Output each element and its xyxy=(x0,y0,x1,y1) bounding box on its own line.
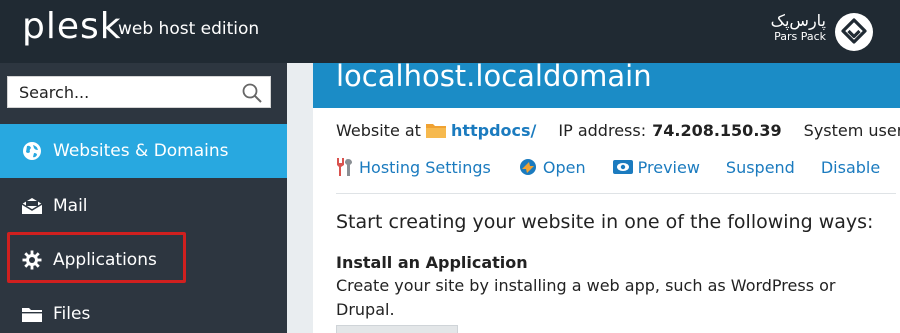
website-info: Website at httpdocs/ IP address: 74.208.… xyxy=(336,121,900,140)
top-bar: plesk web host edition پارس‌پک Pars Pack xyxy=(0,0,900,63)
main-content: localhost.localdomain Website at httpdoc… xyxy=(313,63,900,333)
sidebar-item-files[interactable]: Files xyxy=(0,287,287,333)
action-label: Disable xyxy=(820,157,881,177)
sidebar-item-websites-domains[interactable]: Websites & Domains xyxy=(0,124,287,178)
divider xyxy=(336,193,896,194)
system-user-label: System user: xyxy=(803,121,900,140)
sidebar: Websites & Domains Mail xyxy=(0,63,287,333)
page-title: localhost.localdomain xyxy=(336,63,652,93)
action-label: Suspend xyxy=(725,157,795,177)
content-gutter xyxy=(287,63,313,333)
watermark-en: Pars Pack xyxy=(774,30,826,43)
ip-address: 74.208.150.39 xyxy=(652,121,782,140)
preview-link[interactable]: Preview xyxy=(612,157,700,177)
docroot-link[interactable]: httpdocs/ xyxy=(451,121,536,140)
ip-label: IP address: xyxy=(558,121,647,140)
hosting-settings-link[interactable]: Hosting Settings xyxy=(333,157,491,177)
sidebar-item-mail[interactable]: Mail xyxy=(0,179,287,233)
edition-label: web host edition xyxy=(118,19,260,39)
search-icon[interactable] xyxy=(241,82,263,104)
folder-icon xyxy=(21,303,43,325)
plesk-logo[interactable]: plesk xyxy=(22,6,122,47)
search-box[interactable] xyxy=(7,76,271,108)
highlight-annotation xyxy=(7,232,186,283)
section-heading: Start creating your website in one of th… xyxy=(336,211,874,233)
folder-icon xyxy=(425,124,446,138)
sidebar-item-label: Websites & Domains xyxy=(53,141,229,161)
action-label: Open xyxy=(542,157,586,177)
search-input[interactable] xyxy=(8,77,238,107)
website-at-label: Website at xyxy=(336,121,421,140)
open-icon xyxy=(519,159,536,175)
open-link[interactable]: Open xyxy=(517,157,586,177)
watermark-fa: پارس‌پک xyxy=(770,11,826,30)
install-app-button[interactable] xyxy=(336,325,458,333)
preview-icon xyxy=(612,160,633,174)
globe-icon xyxy=(21,140,43,162)
watermark-text: پارس‌پک Pars Pack xyxy=(768,12,826,44)
tools-icon xyxy=(337,158,352,176)
sidebar-item-label: Mail xyxy=(53,196,88,216)
install-app-description: Create your site by installing a web app… xyxy=(336,276,836,319)
title-band: localhost.localdomain xyxy=(313,63,900,108)
action-label: Preview xyxy=(637,157,700,177)
sidebar-item-label: Files xyxy=(53,304,91,324)
suspend-link[interactable]: Suspend xyxy=(726,158,795,177)
disable-link[interactable]: Disable xyxy=(821,158,880,177)
parspack-logo-icon xyxy=(835,13,873,51)
mail-icon xyxy=(21,195,43,217)
website-actions: Hosting Settings Open Preview Suspend Di… xyxy=(333,157,900,177)
action-label: Hosting Settings xyxy=(359,157,491,177)
install-app-title: Install an Application xyxy=(336,253,528,272)
